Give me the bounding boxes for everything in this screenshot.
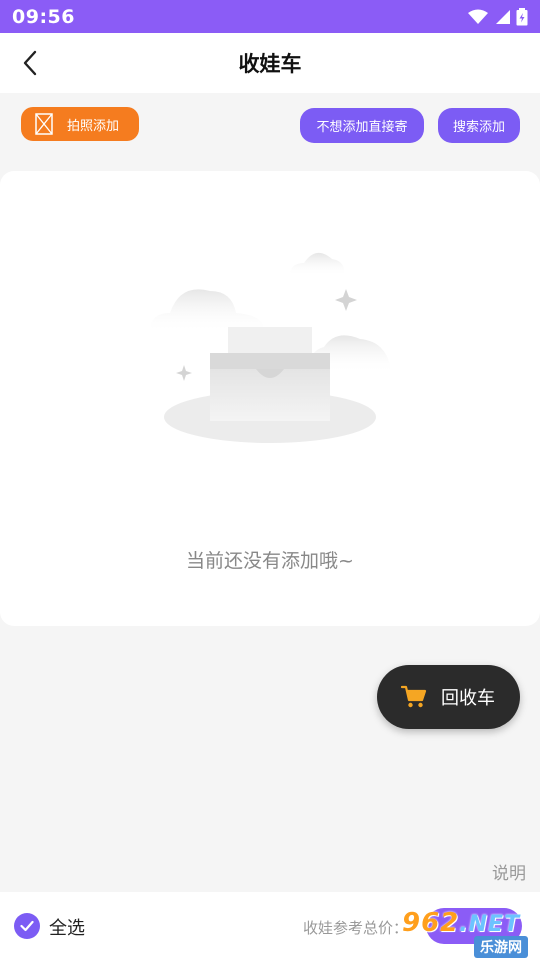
empty-box-illustration bbox=[150, 252, 390, 443]
signal-icon bbox=[496, 9, 510, 24]
select-all-label[interactable]: 全选 bbox=[49, 914, 85, 940]
direct-send-button[interactable]: 不想添加直接寄 bbox=[300, 108, 424, 143]
total-price-label: 收娃参考总价： bbox=[302, 919, 408, 937]
status-time: 09:56 bbox=[12, 5, 75, 28]
watermark-number: 962 bbox=[402, 908, 460, 938]
back-button[interactable] bbox=[14, 47, 46, 79]
toolbar: 拍照添加 不想添加直接寄 搜索添加 bbox=[0, 93, 540, 163]
explain-link[interactable]: 说明 bbox=[492, 859, 526, 884]
header: 收娃车 bbox=[0, 33, 540, 93]
recycle-cart-label: 回收车 bbox=[441, 688, 495, 709]
camera-placeholder-icon bbox=[35, 113, 53, 135]
check-icon bbox=[20, 920, 34, 932]
photo-add-label: 拍照添加 bbox=[67, 118, 120, 134]
watermark-brand: 962.NET bbox=[402, 908, 520, 938]
direct-send-label: 不想添加直接寄 bbox=[316, 120, 408, 135]
cart-list-card: 当前还没有添加哦~ bbox=[0, 171, 540, 626]
status-bar: 09:56 bbox=[0, 0, 540, 33]
wifi-icon bbox=[468, 9, 488, 24]
back-arrow-icon bbox=[23, 50, 37, 76]
status-icons bbox=[468, 7, 528, 26]
watermark-sub: 乐游网 bbox=[474, 936, 528, 958]
site-watermark: 962.NET 乐游网 bbox=[402, 908, 536, 958]
photo-add-button[interactable]: 拍照添加 bbox=[21, 107, 139, 141]
select-all-checkbox[interactable] bbox=[14, 913, 40, 939]
search-add-button[interactable]: 搜索添加 bbox=[438, 108, 520, 143]
empty-message: 当前还没有添加哦~ bbox=[186, 550, 354, 572]
cart-icon bbox=[401, 685, 427, 708]
recycle-cart-button[interactable]: 回收车 bbox=[377, 665, 520, 729]
battery-icon bbox=[516, 7, 528, 25]
search-add-label: 搜索添加 bbox=[452, 120, 505, 135]
watermark-net: .NET bbox=[459, 912, 521, 937]
page-title: 收娃车 bbox=[238, 52, 302, 76]
